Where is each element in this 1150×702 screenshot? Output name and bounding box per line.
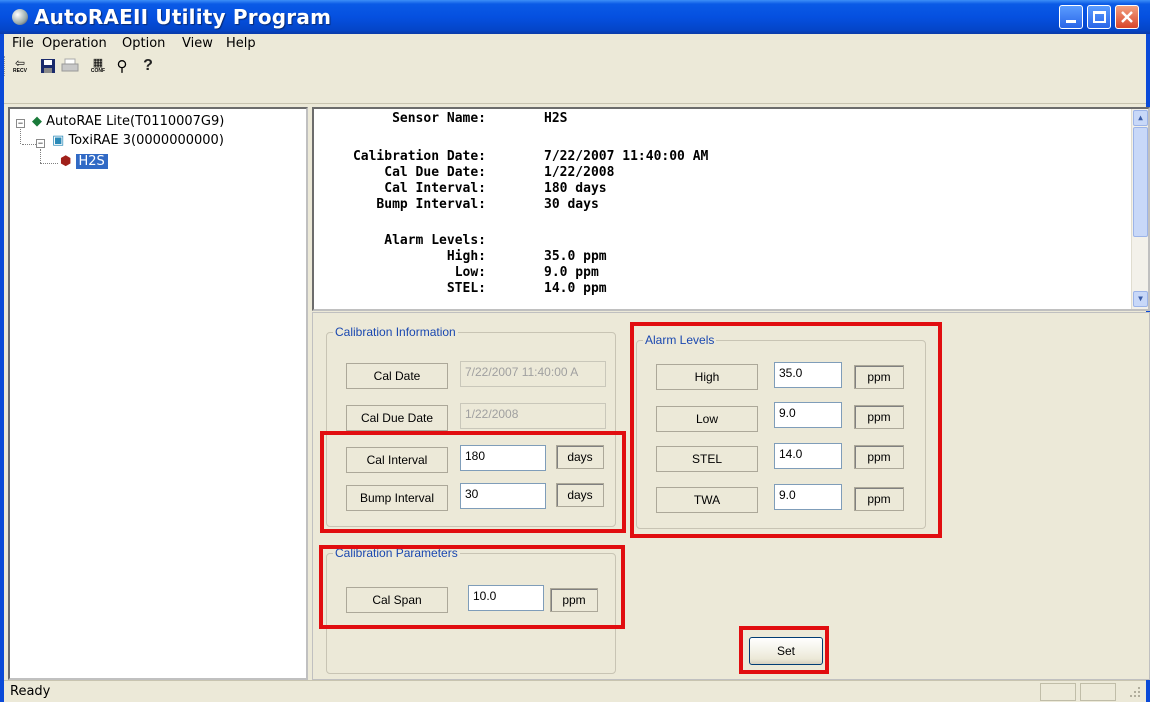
calibration-info-legend: Calibration Information [335, 325, 456, 339]
cal-due-date-field: 1/22/2008 [460, 403, 606, 429]
tree-child-item[interactable]: ▣ ToxiRAE 3(0000000000) [52, 133, 224, 148]
cal-interval-value: 180 days [544, 181, 607, 196]
highlight-set-button [739, 626, 829, 674]
highlight-alarm-levels [630, 322, 942, 538]
scroll-down-icon[interactable]: ▼ [1133, 291, 1148, 307]
tree-leaf-label: H2S [75, 154, 108, 169]
sensor-info-panel: Sensor Name: H2S Calibration Date: 7/22/… [312, 107, 1150, 311]
highlight-calibration-params [319, 545, 625, 629]
wrench-button[interactable]: ⚲ [112, 56, 132, 76]
info-scrollbar[interactable]: ▲ ▼ [1131, 109, 1148, 309]
toolbar: ⇦ RECV ▦ CONF ⚲ ? [4, 54, 1146, 104]
sensor-name-value: H2S [544, 111, 568, 126]
settings-panel: Calibration Information Cal Date 7/22/20… [312, 312, 1150, 680]
menu-option[interactable]: Option [122, 36, 165, 51]
tree-root-label: AutoRAE Lite(T0110007G9) [46, 114, 225, 129]
config-icon: ▦ [92, 57, 104, 69]
tree-root-item[interactable]: ◆ AutoRAE Lite(T0110007G9) [32, 114, 224, 129]
status-text: Ready [10, 684, 51, 699]
cal-date-label: Cal Date [346, 363, 448, 389]
status-bar: Ready [4, 680, 1146, 702]
device-icon: ◆ [32, 114, 42, 129]
title-bar[interactable]: AutoRAEII Utility Program [0, 0, 1150, 34]
high-value: 35.0 ppm [544, 249, 607, 264]
minimize-icon [1066, 20, 1076, 23]
print-button[interactable] [60, 56, 80, 76]
window-title: AutoRAEII Utility Program [34, 5, 332, 29]
bump-interval-label: Bump Interval: [376, 197, 486, 212]
resize-grip-icon[interactable] [1120, 683, 1144, 701]
cal-interval-label: Cal Interval: [384, 181, 486, 196]
maximize-icon [1093, 11, 1106, 23]
cal-due-date-label-box: Cal Due Date [346, 405, 448, 431]
cal-due-date-value: 1/22/2008 [544, 165, 615, 180]
calibration-date-label: Calibration Date: [352, 149, 486, 164]
print-icon [61, 58, 79, 72]
app-icon [12, 9, 28, 25]
menu-bar: File Operation Option View Help [4, 34, 1146, 54]
maximize-button[interactable] [1087, 5, 1111, 29]
scroll-thumb[interactable] [1133, 127, 1148, 237]
status-pane-2 [1080, 683, 1116, 701]
collapse-root-icon[interactable]: − [16, 119, 25, 128]
low-value: 9.0 ppm [544, 265, 599, 280]
cal-due-date-label: Cal Due Date: [384, 165, 486, 180]
device-tree[interactable]: − ◆ AutoRAE Lite(T0110007G9) − ▣ ToxiRAE… [8, 107, 308, 680]
config-button[interactable]: ▦ CONF [88, 56, 108, 76]
menu-operation[interactable]: Operation [42, 36, 107, 51]
app-window: AutoRAEII Utility Program File Operation… [0, 0, 1150, 702]
close-button[interactable] [1115, 5, 1139, 29]
wrench-icon: ⚲ [116, 58, 128, 75]
save-button[interactable] [38, 56, 58, 76]
instrument-icon: ▣ [52, 133, 65, 148]
cal-date-field: 7/22/2007 11:40:00 A [460, 361, 606, 387]
recv-label: RECV [13, 68, 27, 74]
minimize-button[interactable] [1059, 5, 1083, 29]
help-button[interactable]: ? [138, 56, 158, 76]
collapse-child-icon[interactable]: − [36, 139, 45, 148]
bump-interval-value: 30 days [544, 197, 599, 212]
conf-label: CONF [90, 68, 106, 74]
recv-button[interactable]: ⇦ RECV [10, 56, 30, 76]
low-label: Low: [454, 265, 486, 280]
stel-value: 14.0 ppm [544, 281, 607, 296]
scroll-up-icon[interactable]: ▲ [1133, 110, 1148, 126]
menu-view[interactable]: View [182, 36, 213, 51]
tree-leaf-item[interactable]: ⬢ H2S [60, 154, 108, 169]
calibration-date-value: 7/22/2007 11:40:00 AM [544, 149, 709, 164]
menu-help[interactable]: Help [226, 36, 256, 51]
help-icon: ? [143, 57, 153, 74]
tree-child-label: ToxiRAE 3(0000000000) [68, 133, 224, 148]
recv-icon: ⇦ [14, 56, 26, 70]
sensor-name-label: Sensor Name: [392, 111, 486, 126]
alarm-levels-label: Alarm Levels: [384, 233, 486, 248]
highlight-intervals [320, 431, 626, 533]
status-pane-1 [1040, 683, 1076, 701]
high-label: High: [446, 249, 486, 264]
stel-label: STEL: [446, 281, 486, 296]
menu-file[interactable]: File [12, 36, 34, 51]
save-icon [41, 59, 55, 73]
sensor-icon: ⬢ [60, 154, 72, 169]
close-icon [1121, 11, 1133, 23]
